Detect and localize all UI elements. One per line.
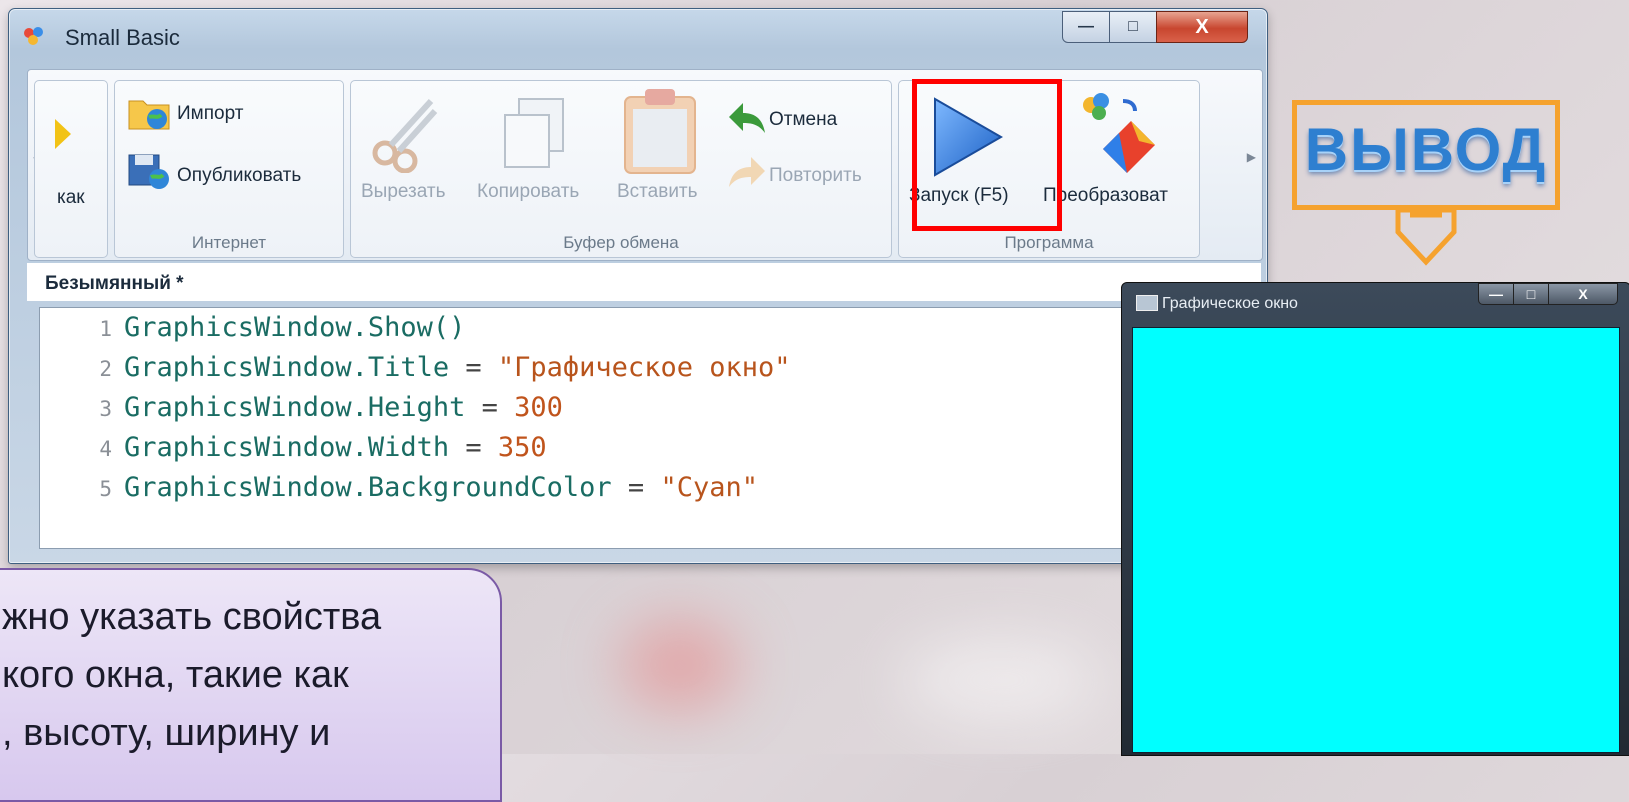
code-line: 3 GraphicsWindow.Height = 300 (99, 392, 563, 423)
note-line: жно указать свойства (2, 596, 382, 638)
graphics-close-button[interactable]: X (1548, 283, 1618, 305)
note-line: кого окна, такие как (2, 654, 349, 696)
graphics-canvas[interactable] (1132, 327, 1620, 753)
close-button[interactable]: X (1156, 11, 1248, 43)
import-icon (128, 100, 170, 130)
code-editor[interactable]: 1 GraphicsWindow.Show() 2 GraphicsWindow.T… (39, 307, 1241, 549)
publish-button[interactable]: Опубликовать (177, 165, 301, 187)
output-callout: ВЫВОД (1292, 100, 1560, 210)
ribbon: ◀ ▶ как Импорт Опубликовать Интернет (27, 69, 1263, 261)
convert-icon (1083, 93, 1155, 173)
background-blur (900, 640, 1100, 720)
document-title: Безымянный * (45, 273, 184, 294)
publish-icon (128, 154, 169, 189)
copy-icon (504, 98, 564, 168)
undo-icon (729, 103, 765, 133)
background-blur (620, 620, 740, 710)
graphics-window: Графическое окно — □ X (1121, 282, 1629, 756)
redo-icon (729, 157, 765, 187)
graphics-minimize-button[interactable]: — (1478, 283, 1514, 305)
window-icon (1136, 295, 1158, 311)
save-as-button-label[interactable]: как (57, 187, 85, 209)
minimize-button[interactable]: — (1062, 11, 1110, 43)
note-line: , высоту, ширину и (2, 712, 331, 754)
cut-button[interactable]: Вырезать (361, 181, 446, 203)
run-button-highlight (912, 79, 1062, 231)
redo-button[interactable]: Повторить (769, 165, 862, 187)
graphics-maximize-button[interactable]: □ (1513, 283, 1549, 305)
maximize-button[interactable]: □ (1109, 11, 1157, 43)
group-label-internet: Интернет (191, 233, 267, 252)
copy-button[interactable]: Копировать (477, 181, 579, 203)
code-line: 1 GraphicsWindow.Show() (99, 312, 466, 343)
ribbon-group-clipboard: Вырезать Копировать Вставить Отмена Повт… (350, 80, 892, 258)
paste-icon (624, 89, 696, 174)
code-line: 5 GraphicsWindow.BackgroundColor = "Cyan" (99, 472, 758, 503)
callout-arrow-icon (1395, 210, 1457, 266)
small-basic-icon (24, 27, 43, 45)
paste-button[interactable]: Вставить (617, 181, 698, 203)
document-tab[interactable]: Безымянный * (27, 263, 1261, 301)
code-line: 2 GraphicsWindow.Title = "Графическое окн… (99, 352, 791, 383)
group-label-program: Программа (1004, 233, 1094, 252)
code-line: 4 GraphicsWindow.Width = 350 (99, 432, 547, 463)
ribbon-group-file: как (34, 80, 108, 258)
small-basic-window: Small Basic — □ X ◀ ▶ как Импорт Опублик… (8, 8, 1268, 564)
ribbon-group-internet: Импорт Опубликовать Интернет (114, 80, 344, 258)
undo-button[interactable]: Отмена (769, 109, 837, 131)
import-button[interactable]: Импорт (177, 103, 243, 125)
output-callout-text: ВЫВОД (1304, 116, 1548, 183)
window-title: Small Basic (65, 25, 180, 50)
titlebar[interactable]: Small Basic — □ X (9, 9, 1267, 57)
arrow-icon (55, 119, 71, 149)
graphics-window-title: Графическое окно (1162, 295, 1298, 312)
ribbon-scroll-right-icon[interactable]: ▶ (1247, 150, 1256, 164)
scissors-icon (372, 98, 438, 173)
explanation-note: жно указать свойства кого окна, такие ка… (0, 568, 502, 802)
group-label-clipboard: Буфер обмена (563, 233, 679, 252)
